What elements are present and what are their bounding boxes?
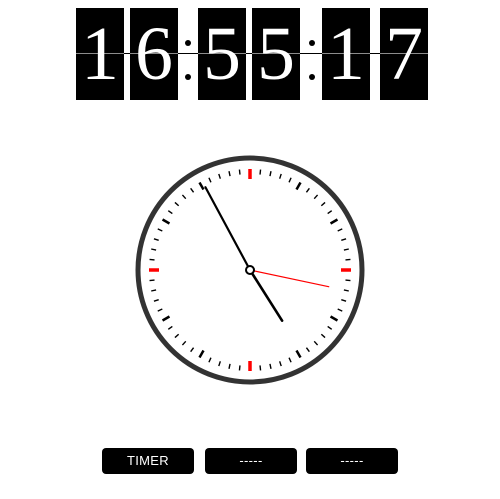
colon-separator: [306, 8, 318, 100]
minute-ones-digit: 5: [252, 8, 300, 100]
third-button[interactable]: -----: [306, 448, 398, 474]
analog-clock-svg: [135, 155, 365, 385]
colon-separator: [182, 8, 194, 100]
minute-tick: [259, 365, 262, 371]
second-button[interactable]: -----: [205, 448, 297, 474]
colon-dot: [185, 40, 191, 46]
minute-tick: [345, 279, 351, 282]
clock-center-hub: [245, 265, 255, 275]
colon-dot: [309, 74, 315, 80]
minute-tens-digit: 5: [198, 8, 246, 100]
second-ones-digit: 7: [380, 8, 428, 100]
analog-clock: [134, 154, 366, 386]
colon-dot: [185, 74, 191, 80]
hour-tens-digit: 1: [76, 8, 124, 100]
minute-tick: [149, 258, 155, 261]
minute-tick: [259, 169, 262, 175]
digital-clock: 1 6 5 5 1 7: [0, 0, 500, 110]
minute-tick: [238, 169, 241, 175]
second-tens-digit: 1: [322, 8, 370, 100]
minute-tick: [238, 365, 241, 371]
hour-ones-digit: 6: [130, 8, 178, 100]
minute-tick: [345, 258, 351, 261]
minute-tick: [149, 279, 155, 282]
digit-separator-line: [76, 53, 426, 54]
colon-dot: [309, 40, 315, 46]
timer-button[interactable]: TIMER: [102, 448, 194, 474]
